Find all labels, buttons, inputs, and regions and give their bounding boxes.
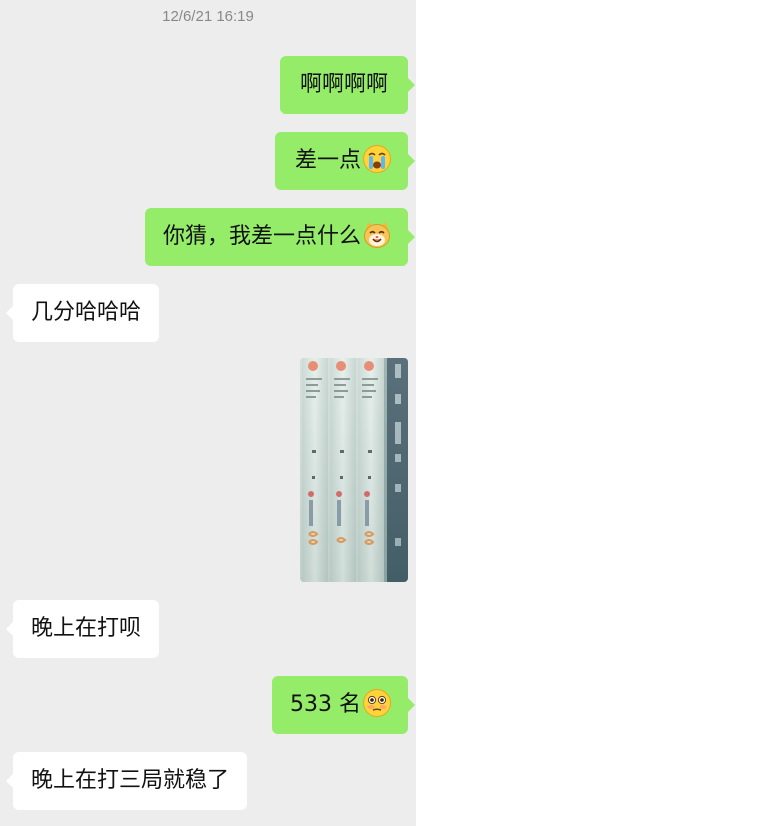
message-timestamp: 12/6/21 16:19 — [162, 8, 254, 25]
message-text: 几分哈哈哈 — [31, 300, 142, 325]
message-row-incoming: 晚上在打三局就稳了 — [6, 752, 313, 810]
photo-content — [300, 358, 408, 582]
message-text: 晚上在打呗 — [31, 616, 142, 641]
bubble-tail — [408, 230, 415, 244]
bubble-tail — [408, 154, 415, 168]
message-text: 啊啊啊啊 — [299, 72, 388, 97]
outgoing-message-bubble[interactable]: 差一点 — [274, 132, 415, 190]
book-spines-photo[interactable] — [300, 358, 408, 582]
message-row-outgoing: 啊啊啊啊 — [279, 56, 416, 114]
message-row-outgoing: 533 名 — [272, 676, 416, 734]
message-row-incoming: 几分哈哈哈 — [6, 284, 213, 342]
message-text: 533 名 — [290, 692, 361, 717]
bubble-tail — [6, 622, 13, 636]
bubble-tail — [6, 774, 13, 788]
bubble-tail — [6, 306, 13, 320]
message-text: 晚上在打三局就稳了 — [31, 768, 230, 793]
outgoing-message-bubble[interactable]: 你猜，我差一点什么 — [144, 208, 415, 266]
crying-face-emoji — [363, 145, 391, 173]
grinning-cat-emoji — [364, 222, 390, 248]
incoming-message-bubble[interactable]: 晚上在打呗 — [6, 600, 160, 658]
message-row-outgoing: 差一点 — [272, 132, 416, 190]
chat-window: 12/6/21 16:19 啊啊啊啊 差一点 你猜，我差一点什么 几分哈哈哈 晚… — [0, 0, 416, 826]
message-text: 你猜，我差一点什么 — [162, 224, 361, 249]
outgoing-message-bubble[interactable]: 533 名 — [272, 676, 415, 734]
outgoing-message-bubble[interactable]: 啊啊啊啊 — [279, 56, 415, 114]
bubble-tail — [408, 698, 415, 712]
message-row-incoming: 晚上在打呗 — [6, 600, 213, 658]
bubble-tail — [408, 78, 415, 92]
message-text: 差一点 — [294, 148, 361, 173]
incoming-message-bubble[interactable]: 几分哈哈哈 — [6, 284, 160, 342]
incoming-message-bubble[interactable]: 晚上在打三局就稳了 — [6, 752, 248, 810]
message-row-outgoing: 你猜，我差一点什么 — [131, 208, 416, 266]
flushed-face-emoji — [363, 689, 391, 717]
